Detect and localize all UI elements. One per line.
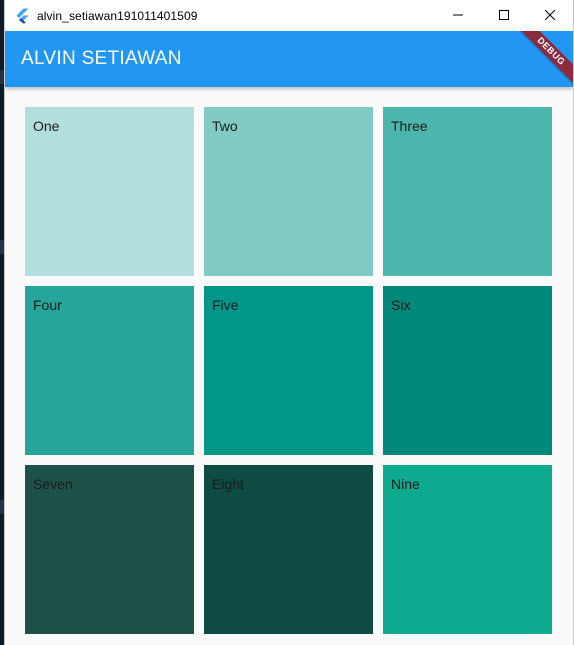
tile-label: One: [33, 118, 60, 134]
tile-label: Three: [391, 118, 428, 134]
window-controls: [435, 0, 573, 31]
debug-banner-label: DEBUG: [511, 31, 573, 87]
close-button[interactable]: [527, 0, 573, 31]
tile-label: Two: [212, 118, 238, 134]
tile-label: Eight: [212, 476, 244, 492]
grid-tile: Six: [383, 286, 552, 455]
maximize-icon: [499, 7, 509, 25]
grid-tile: Eight: [204, 465, 373, 634]
tile-label: Six: [391, 297, 411, 313]
minimize-icon: [453, 7, 463, 25]
tile-label: Nine: [391, 476, 420, 492]
grid-tile: Two: [204, 107, 373, 276]
tile-label: Five: [212, 297, 239, 313]
grid-tile: Five: [204, 286, 373, 455]
debug-banner: DEBUG: [503, 31, 573, 87]
app-window: alvin_setiawan191011401509 ALVIN SETIAWA…: [5, 0, 573, 645]
grid-tile: Four: [25, 286, 194, 455]
app-bar: ALVIN SETIAWAN DEBUG: [5, 31, 573, 87]
flutter-icon: [14, 8, 30, 24]
window-title: alvin_setiawan191011401509: [37, 8, 198, 23]
maximize-button[interactable]: [481, 0, 527, 31]
grid-tile: Nine: [383, 465, 552, 634]
tile-grid: One Two Three Four Five Six Seven Eight …: [25, 107, 554, 634]
close-icon: [544, 7, 556, 25]
minimize-button[interactable]: [435, 0, 481, 31]
grid-tile: One: [25, 107, 194, 276]
app-bar-title: ALVIN SETIAWAN: [21, 48, 182, 69]
tile-label: Four: [33, 297, 62, 313]
grid-tile: Seven: [25, 465, 194, 634]
title-bar[interactable]: alvin_setiawan191011401509: [5, 0, 573, 31]
grid-tile: Three: [383, 107, 552, 276]
tile-label: Seven: [33, 476, 73, 492]
